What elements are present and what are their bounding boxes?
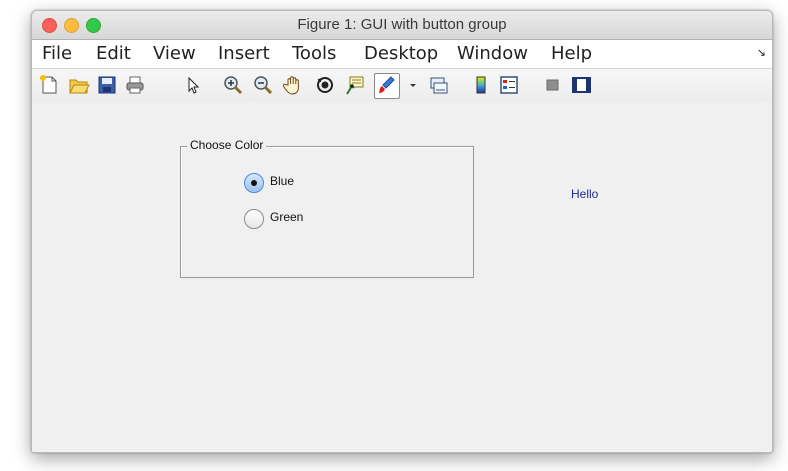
menu-insert[interactable]: Insert xyxy=(218,42,270,66)
menu-window[interactable]: Window xyxy=(457,42,528,66)
menu-edit[interactable]: Edit xyxy=(96,42,131,66)
menu-file[interactable]: File xyxy=(42,42,72,66)
rotate-3d-icon[interactable] xyxy=(314,74,336,96)
radio-button-blue[interactable] xyxy=(244,173,264,193)
new-figure-icon[interactable] xyxy=(38,74,60,96)
window-title: Figure 1: GUI with button group xyxy=(297,16,507,33)
panel-title: Choose Color xyxy=(187,138,267,152)
radio-button-green[interactable] xyxy=(244,209,264,229)
save-icon[interactable] xyxy=(96,74,118,96)
brush-dropdown-icon[interactable] xyxy=(402,74,416,96)
menu-tools[interactable]: Tools xyxy=(292,42,336,66)
print-icon[interactable] xyxy=(124,74,146,96)
hide-plot-tools-icon[interactable] xyxy=(542,74,564,96)
radio-label-green[interactable]: Green xyxy=(270,210,303,224)
title-bar[interactable]: Figure 1: GUI with button group xyxy=(32,11,772,40)
menu-view[interactable]: View xyxy=(153,42,196,66)
figure-toolbar xyxy=(32,68,772,103)
hello-text-label: Hello xyxy=(571,187,599,201)
pan-hand-icon[interactable] xyxy=(282,74,304,96)
radio-selected-dot xyxy=(251,180,257,186)
figure-window: Figure 1: GUI with button group File Edi… xyxy=(31,10,773,453)
data-cursor-icon[interactable] xyxy=(344,74,366,96)
figure-canvas: Choose Color Blue Green Hello xyxy=(32,102,772,452)
menu-help[interactable]: Help xyxy=(551,42,592,66)
radio-label-blue[interactable]: Blue xyxy=(270,174,294,188)
menu-bar: File Edit View Insert Tools Desktop Wind… xyxy=(32,40,772,68)
menu-desktop[interactable]: Desktop xyxy=(364,42,438,66)
button-group-panel: Choose Color Blue Green xyxy=(180,138,474,278)
dock-arrow-icon[interactable]: ↘ xyxy=(757,46,766,59)
zoom-out-icon[interactable] xyxy=(252,74,274,96)
pointer-icon[interactable] xyxy=(182,74,204,96)
link-plot-icon[interactable] xyxy=(428,74,450,96)
legend-icon[interactable] xyxy=(498,74,520,96)
brush-icon[interactable] xyxy=(374,73,400,99)
open-file-icon[interactable] xyxy=(68,74,90,96)
show-plot-tools-icon[interactable] xyxy=(570,74,592,96)
colorbar-icon[interactable] xyxy=(470,74,492,96)
zoom-in-icon[interactable] xyxy=(222,74,244,96)
